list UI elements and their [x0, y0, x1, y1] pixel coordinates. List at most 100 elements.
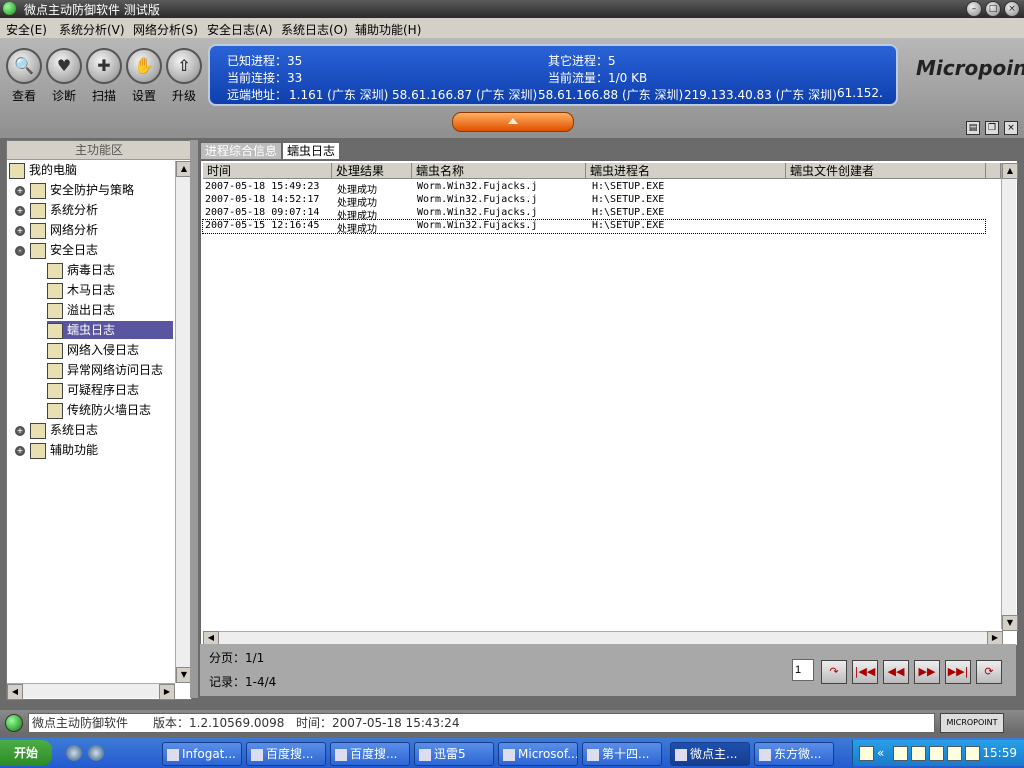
panel-restore-icon[interactable]: ▤ [966, 121, 980, 135]
tree-vertical-scrollbar[interactable]: ▲ ▼ [175, 161, 192, 683]
lock-icon[interactable] [911, 746, 926, 761]
collapse-toolbar-button[interactable] [452, 112, 574, 132]
scroll-down-icon[interactable]: ▼ [1002, 615, 1018, 631]
maximize-button[interactable]: □ [985, 1, 1001, 17]
current-connections: 当前连接：33 [227, 71, 303, 85]
table-row[interactable]: 2007-05-18 14:52:17 处理成功 Worm.Win32.Fujack… [203, 194, 985, 209]
tree-horizontal-scrollbar[interactable]: ◀ ▶ [7, 683, 175, 700]
other-processes: 其它进程：5 [548, 54, 616, 68]
remote-address: 1.161 (广东 深圳) [289, 88, 389, 102]
close-button[interactable]: × [1004, 1, 1020, 17]
tree-item[interactable]: 木马日志 [47, 281, 173, 299]
table-row[interactable]: 2007-05-18 15:49:23 处理成功 Worm.Win32.Fujack… [203, 181, 985, 196]
table-row[interactable]: 2007-05-15 12:16:45 处理成功 Worm.Win32.Fujack… [202, 219, 986, 235]
column-header-worm-name[interactable]: 蠕虫名称 [412, 163, 586, 179]
ie-icon[interactable] [66, 745, 82, 761]
tree-item[interactable]: 网络入侵日志 [47, 341, 173, 359]
minimize-button[interactable]: – [966, 1, 982, 17]
next-page-icon[interactable]: ▶▶ [914, 660, 940, 684]
status-version: 版本：1.2.10569.0098 [153, 716, 285, 730]
menu-security[interactable]: 安全(E) [6, 21, 47, 38]
taskbar-button[interactable]: 百度搜... [330, 742, 410, 766]
tab-process-info[interactable]: 进程综合信息 [200, 142, 283, 159]
menu-system-log[interactable]: 系统日志(O) [281, 21, 348, 38]
scroll-right-icon[interactable]: ▶ [987, 631, 1003, 645]
column-header-file-creator[interactable]: 蠕虫文件创建者 [786, 163, 986, 179]
expand-icon[interactable]: + [15, 185, 25, 196]
taskbar-button[interactable]: Infogat... [162, 742, 242, 766]
settings-button[interactable]: ✋ 设置 [124, 48, 164, 104]
micropoint-badge: MICROPOINT [940, 713, 1004, 733]
magnifier-icon: 🔍 [6, 48, 42, 84]
panel-tile-icon[interactable]: ❐ [985, 121, 999, 135]
collapse-icon[interactable]: - [15, 245, 25, 256]
table-horizontal-scrollbar[interactable]: ◀ ▶ [203, 631, 1003, 645]
tree-item[interactable]: 可疑程序日志 [47, 381, 173, 399]
page-number-input[interactable] [792, 659, 814, 681]
view-button[interactable]: 🔍 查看 [4, 48, 44, 104]
tree-item[interactable]: 传统防火墙日志 [47, 401, 173, 419]
taskbar-button[interactable]: Microsof... [498, 742, 578, 766]
tree-item[interactable]: + 辅助功能 [15, 441, 173, 459]
volume-icon[interactable] [965, 746, 980, 761]
tree-item[interactable]: + 系统分析 [15, 201, 173, 219]
column-header-process-name[interactable]: 蠕虫进程名 [586, 163, 786, 179]
heart-icon: ♥ [46, 48, 82, 84]
keyboard-icon[interactable] [859, 746, 874, 761]
upgrade-button[interactable]: ⇧ 升级 [164, 48, 204, 104]
diagnose-button[interactable]: ♥ 诊断 [44, 48, 84, 104]
last-page-icon[interactable]: ▶▶| [945, 660, 971, 684]
tree-item[interactable]: + 系统日志 [15, 421, 173, 439]
netaccess-icon [47, 362, 63, 379]
table-vertical-scrollbar[interactable]: ▲ ▼ [1001, 163, 1018, 631]
scan-label: 扫描 [91, 89, 116, 103]
first-page-icon[interactable]: |◀◀ [852, 660, 878, 684]
column-header-time[interactable]: 时间 [203, 163, 332, 179]
scroll-up-icon[interactable]: ▲ [1002, 163, 1018, 179]
tree-item[interactable]: 异常网络访问日志 [47, 361, 173, 379]
tray-app-icon[interactable] [893, 746, 908, 761]
expand-icon[interactable]: + [15, 225, 25, 236]
tab-worm-log[interactable]: 蠕虫日志 [282, 142, 341, 159]
security-tray-icon[interactable] [947, 746, 962, 761]
network-tray-icon[interactable] [929, 746, 944, 761]
taskbar-button[interactable]: 第十四... [582, 742, 662, 766]
scroll-right-icon[interactable]: ▶ [159, 684, 175, 700]
menu-system-analysis[interactable]: 系统分析(V) [59, 21, 125, 38]
table-row[interactable]: 2007-05-18 09:07:14 处理成功 Worm.Win32.Fujack… [203, 207, 985, 222]
taskbar-button[interactable]: 迅雷5 [414, 742, 494, 766]
expand-icon[interactable]: + [15, 445, 25, 456]
tree-item-label: 网络入侵日志 [67, 343, 140, 357]
start-button[interactable]: 开始 [0, 740, 52, 766]
scroll-left-icon[interactable]: ◀ [7, 684, 23, 700]
scroll-left-icon[interactable]: ◀ [203, 631, 219, 645]
tree-item[interactable]: 溢出日志 [47, 301, 173, 319]
previous-page-icon[interactable]: ◀◀ [883, 660, 909, 684]
menu-assist[interactable]: 辅助功能(H) [355, 21, 421, 38]
expand-icon[interactable]: + [15, 205, 25, 216]
title-bar: 微点主动防御软件 测试版 – □ × [0, 0, 1024, 18]
tree-item[interactable]: - 安全日志 [15, 241, 173, 259]
menu-security-log[interactable]: 安全日志(A) [207, 21, 273, 38]
column-header-result[interactable]: 处理结果 [332, 163, 412, 179]
tree-item[interactable]: 我的电脑 [9, 161, 173, 179]
tree-item[interactable]: 蠕虫日志 [47, 321, 173, 339]
quicklaunch-icon[interactable] [88, 745, 104, 761]
refresh-icon[interactable]: ⟳ [976, 660, 1002, 684]
expand-icon[interactable]: + [15, 425, 25, 436]
tree-item-label: 病毒日志 [67, 263, 116, 277]
tray-expand-icon[interactable]: « [877, 746, 884, 760]
taskbar-button[interactable]: 百度搜... [246, 742, 326, 766]
tree-item[interactable]: + 安全防护与策略 [15, 181, 173, 199]
panel-splitter[interactable] [190, 140, 198, 698]
tree-item[interactable]: 病毒日志 [47, 261, 173, 279]
scan-button[interactable]: ✚ 扫描 [84, 48, 124, 104]
taskbar-button[interactable]: 东方微... [754, 742, 834, 766]
tree-item[interactable]: + 网络分析 [15, 221, 173, 239]
remote-address: 219.133.40.83 (广东 深圳) [684, 88, 837, 102]
panel-close-icon[interactable]: × [1004, 121, 1018, 135]
go-page-icon[interactable]: ↷ [821, 660, 847, 684]
menu-network-analysis[interactable]: 网络分析(S) [133, 21, 198, 38]
main-function-panel: 主功能区 我的电脑 + 安全防护与策略 + 系统分析 + 网络分析 - 安全日志 病毒日志 木马日志… [6, 140, 192, 700]
taskbar-button[interactable]: 微点主... [670, 742, 750, 766]
